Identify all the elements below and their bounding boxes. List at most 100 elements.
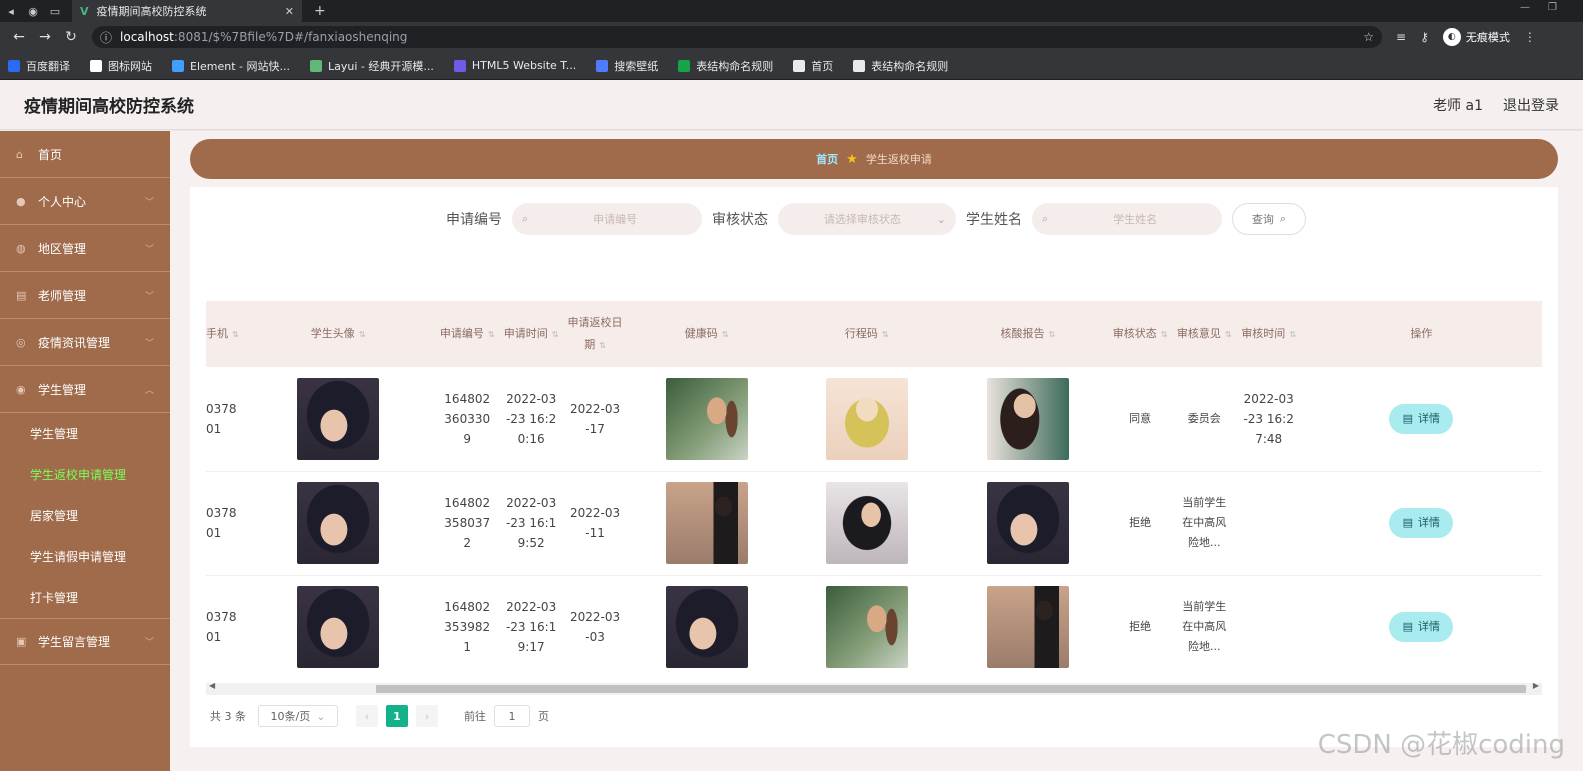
new-tab-icon[interactable]: + — [314, 3, 326, 19]
detail-button[interactable]: ▤ 详情 — [1389, 403, 1454, 434]
column-header[interactable]: 健康码 ⇅ — [626, 301, 787, 367]
sidebar-item[interactable]: ● 个人中心 ﹀ — [0, 178, 170, 225]
app-header: 疫情期间高校防控系统 老师 a1 退出登录 — [0, 80, 1583, 130]
reload-icon[interactable]: ↻ — [58, 29, 84, 45]
bookmark-item[interactable]: 表结构命名规则 — [678, 58, 773, 74]
column-header[interactable]: 核酸报告 ⇅ — [947, 301, 1109, 367]
logout-link[interactable]: 退出登录 — [1503, 95, 1559, 115]
sidebar-item[interactable]: ◎ 疫情资讯管理 ﹀ — [0, 319, 170, 366]
travel-code-image[interactable] — [825, 377, 908, 460]
breadcrumb-home[interactable]: 首页 — [816, 151, 838, 167]
sort-icon[interactable]: ⇅ — [1225, 324, 1232, 346]
column-header[interactable]: 学生头像 ⇅ — [240, 301, 436, 367]
sidebar-item-label: 学生管理 — [38, 382, 87, 397]
url-host: localhost — [120, 30, 174, 44]
goto-label: 前往 — [464, 710, 486, 723]
next-page-button[interactable]: › — [416, 705, 438, 727]
bookmark-item[interactable]: 图标网站 — [90, 58, 152, 74]
sort-icon[interactable]: ⇅ — [232, 324, 239, 346]
scroll-left-icon[interactable]: ◀ — [209, 681, 215, 690]
sort-icon[interactable]: ⇅ — [359, 324, 366, 346]
sidebar-item[interactable]: ▣ 学生留言管理 ﹀ — [0, 618, 170, 665]
bookmark-item[interactable]: 百度翻译 — [8, 58, 70, 74]
student-avatar-image[interactable] — [297, 482, 380, 564]
sort-icon[interactable]: ⇅ — [722, 324, 729, 346]
key-icon[interactable]: ⚷ — [1420, 30, 1429, 44]
student-avatar-image[interactable] — [297, 586, 380, 668]
health-code-image[interactable] — [665, 377, 748, 460]
column-header-label: 审核时间 — [1241, 326, 1286, 340]
goto-page-input[interactable] — [494, 705, 530, 727]
travel-code-image[interactable] — [825, 482, 908, 564]
sidebar-item[interactable]: ◉ 学生管理 ︿ — [0, 366, 170, 413]
info-icon[interactable]: ⓘ — [100, 29, 112, 46]
bookmark-item[interactable]: Element - 网站快... — [172, 58, 290, 74]
column-header[interactable]: 申请编号 ⇅ — [435, 301, 500, 367]
column-header[interactable]: 审核意见 ⇅ — [1171, 301, 1237, 367]
page-number-button[interactable]: 1 — [386, 705, 408, 727]
bookmark-favicon-icon — [678, 59, 691, 72]
detail-button[interactable]: ▤ 详情 — [1389, 612, 1454, 642]
column-header[interactable]: 手机 ⇅ — [206, 301, 241, 367]
sidebar-item[interactable]: ◍ 地区管理 ﹀ — [0, 225, 170, 272]
sort-icon[interactable]: ⇅ — [1289, 324, 1296, 346]
student-name-input[interactable]: ⌕ 学生姓名 — [1032, 203, 1222, 235]
sort-icon[interactable]: ⇅ — [599, 335, 606, 357]
page-size-select[interactable]: 10条/页 ⌄ — [258, 705, 338, 727]
scrollbar-thumb[interactable] — [376, 685, 1526, 693]
chevron-down-icon: ﹀ — [144, 338, 154, 349]
window-icon[interactable]: ▭ — [44, 5, 66, 18]
scroll-right-icon[interactable]: ▶ — [1533, 681, 1539, 690]
status-select[interactable]: 请选择审核状态 ⌄ — [778, 203, 956, 235]
sidebar-subitem[interactable]: 学生返校申请管理 — [0, 454, 170, 495]
sidebar-subitem[interactable]: 学生管理 — [0, 413, 170, 454]
column-header[interactable]: 审核状态 ⇅ — [1108, 301, 1172, 367]
column-header[interactable]: 申请返校日期 ⇅ — [563, 301, 627, 367]
sidebar-subitem[interactable]: 打卡管理 — [0, 577, 170, 618]
sort-icon[interactable]: ⇅ — [1048, 324, 1055, 346]
bookmark-item[interactable]: 搜索壁纸 — [596, 58, 658, 74]
column-header[interactable]: 行程码 ⇅ — [786, 301, 948, 367]
sidebar-item[interactable]: ⌂ 首页 — [0, 131, 170, 178]
bookmark-item[interactable]: Layui - 经典开源模... — [310, 58, 434, 74]
query-button[interactable]: 查询 ⌕ — [1232, 203, 1306, 235]
menu-dots-icon[interactable]: ⋮ — [1524, 30, 1536, 44]
nucleic-report-image[interactable] — [986, 377, 1069, 460]
sidebar-subitem[interactable]: 学生请假申请管理 — [0, 536, 170, 577]
bookmark-favicon-icon — [596, 59, 609, 72]
sort-icon[interactable]: ⇅ — [1161, 324, 1168, 346]
column-header[interactable]: 申请时间 ⇅ — [499, 301, 564, 367]
column-header[interactable]: 审核时间 ⇅ — [1236, 301, 1301, 367]
bookmark-item[interactable]: HTML5 Website T... — [453, 59, 576, 72]
globe-icon[interactable]: ◉ — [22, 5, 44, 18]
back-icon[interactable]: ← — [6, 29, 32, 45]
window-controls[interactable]: —❐ — [1520, 2, 1575, 13]
bookmark-item[interactable]: 表结构命名规则 — [853, 58, 948, 74]
nucleic-report-image[interactable] — [986, 482, 1069, 564]
sidebar-item-label: 疫情资讯管理 — [38, 335, 111, 350]
sidebar-item[interactable]: ▤ 老师管理 ﹀ — [0, 272, 170, 319]
forward-icon[interactable]: → — [32, 29, 58, 45]
apply-no-input[interactable]: ⌕ 申请编号 — [512, 203, 702, 235]
sort-icon[interactable]: ⇅ — [488, 324, 495, 346]
sort-icon[interactable]: ⇅ — [882, 324, 889, 346]
media-queue-icon[interactable]: ≡ — [1396, 30, 1406, 44]
prev-page-button[interactable]: ‹ — [356, 705, 378, 727]
data-table: 手机 ⇅ 学生头像 ⇅ 申请编号 ⇅ 申请时间 ⇅ 申请返校日期 ⇅ 健康码 ⇅ 行程码 ⇅ 核酸报告 ⇅ 审核… — [206, 301, 1542, 671]
detail-button[interactable]: ▤ 详情 — [1389, 508, 1454, 538]
sort-icon[interactable]: ⇅ — [552, 324, 559, 346]
health-code-image[interactable] — [665, 482, 748, 564]
travel-code-image[interactable] — [825, 586, 908, 668]
incognito-indicator[interactable]: ◐ 无痕模式 — [1442, 28, 1510, 46]
nucleic-report-image[interactable] — [986, 586, 1069, 668]
horizontal-scrollbar[interactable]: ◀ ▶ — [206, 681, 1542, 695]
sidebar-subitem[interactable]: 居家管理 — [0, 495, 170, 536]
address-bar[interactable]: ⓘ localhost :8081/$%7Bfile%7D#/fanxiaosh… — [92, 26, 1382, 48]
bookmark-star-icon[interactable]: ☆ — [1363, 30, 1374, 44]
student-avatar-image[interactable] — [297, 377, 380, 460]
bookmark-item[interactable]: 首页 — [793, 58, 833, 74]
health-code-image[interactable] — [665, 586, 748, 668]
browser-tab[interactable]: V 疫情期间高校防控系统 ✕ — [72, 0, 302, 22]
audio-icon[interactable]: ◂ — [0, 5, 22, 18]
close-tab-icon[interactable]: ✕ — [285, 5, 294, 18]
